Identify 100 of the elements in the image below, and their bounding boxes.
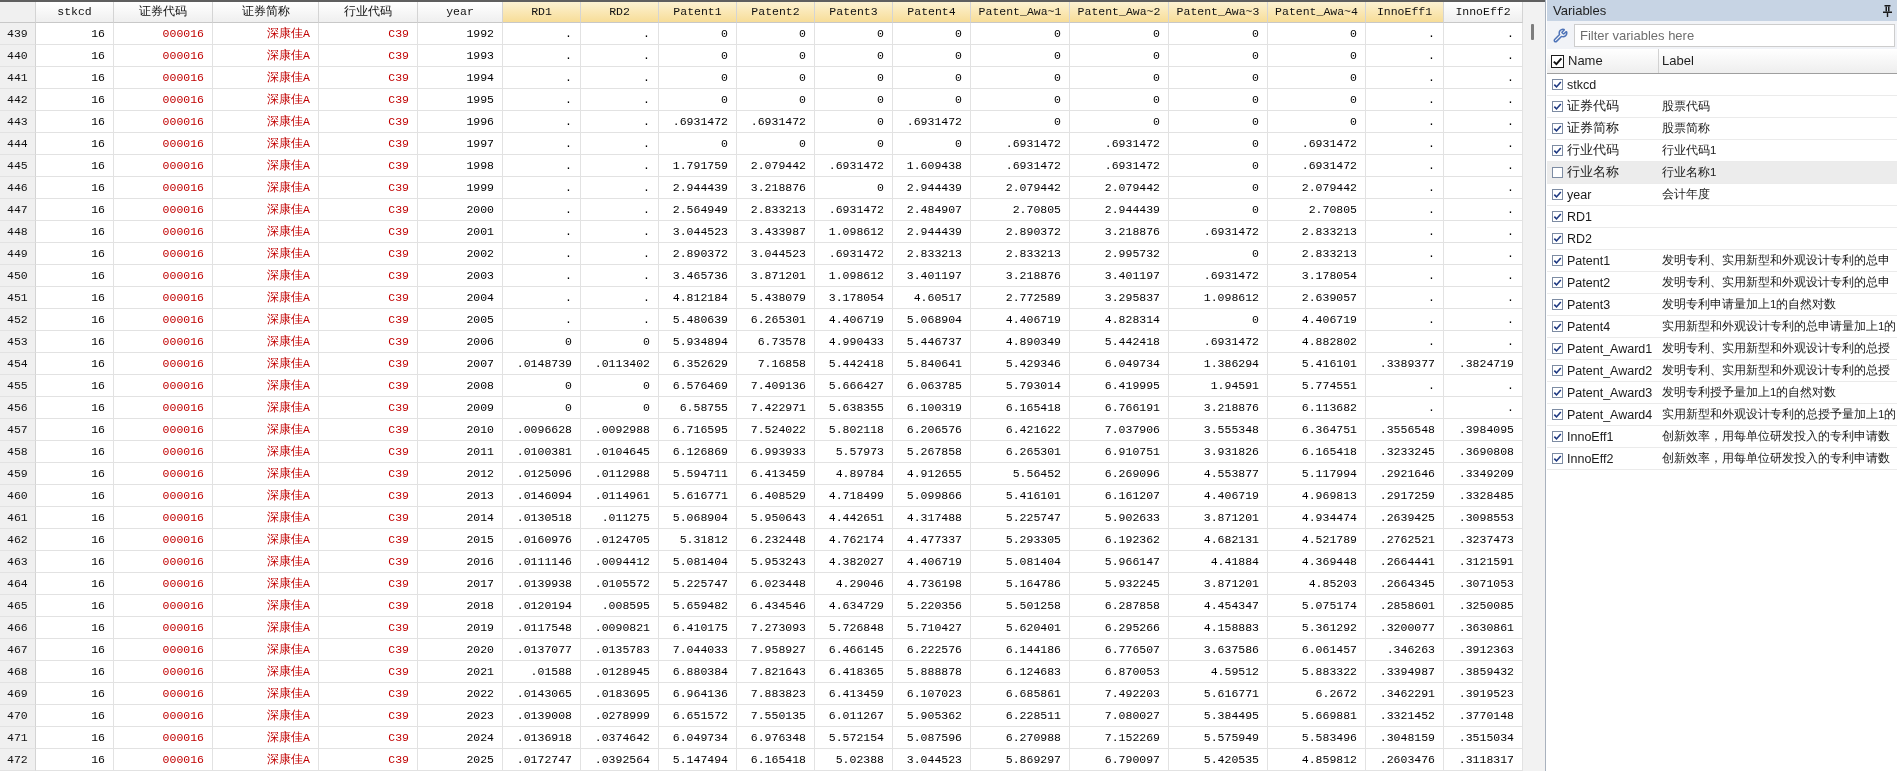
column-header[interactable]: InnoEff2 — [1444, 2, 1523, 23]
checkbox[interactable] — [1552, 453, 1563, 464]
table-cell: 5.02388 — [815, 749, 893, 771]
table-cell: 16 — [36, 727, 114, 749]
table-cell: .0094412 — [581, 551, 659, 573]
checkbox[interactable] — [1552, 431, 1563, 442]
column-header[interactable]: RD1 — [503, 2, 581, 23]
variable-row[interactable]: Patent_Award1 发明专利、实用新型和外观设计专利的总授 — [1547, 338, 1897, 360]
column-header[interactable]: RD2 — [581, 2, 659, 23]
table-cell: C39 — [319, 485, 418, 507]
table-cell: 3.044523 — [659, 221, 737, 243]
variable-row[interactable]: 行业名称 行业名称1 — [1547, 162, 1897, 184]
checkbox[interactable] — [1552, 387, 1563, 398]
checkbox[interactable] — [1552, 189, 1563, 200]
checkbox[interactable] — [1552, 167, 1563, 178]
checkbox[interactable] — [1552, 233, 1563, 244]
table-cell: 2024 — [418, 727, 503, 749]
select-all-checkbox[interactable] — [1551, 54, 1564, 68]
table-cell: .0096628 — [503, 419, 581, 441]
table-cell: .6931472 — [1070, 155, 1169, 177]
column-header[interactable]: Label — [1659, 49, 1897, 73]
table-cell: 6.049734 — [1070, 353, 1169, 375]
table-cell: 16 — [36, 265, 114, 287]
variable-row[interactable]: year 会计年度 — [1547, 184, 1897, 206]
checkbox[interactable] — [1552, 277, 1563, 288]
table-cell: 5.081404 — [659, 551, 737, 573]
checkbox[interactable] — [1552, 321, 1563, 332]
checkbox[interactable] — [1552, 79, 1563, 90]
table-cell: 4.890349 — [971, 331, 1070, 353]
table-cell: .6931472 — [1268, 133, 1366, 155]
table-cell: 2025 — [418, 749, 503, 771]
checkbox[interactable] — [1552, 299, 1563, 310]
column-header[interactable]: Patent3 — [815, 2, 893, 23]
column-header[interactable]: Patent2 — [737, 2, 815, 23]
table-cell: 0 — [1169, 177, 1268, 199]
variable-row[interactable]: 证券简称 股票简称 — [1547, 118, 1897, 140]
wrench-icon[interactable] — [1553, 27, 1568, 43]
table-cell: 深康佳A — [213, 221, 319, 243]
checkbox[interactable] — [1552, 145, 1563, 156]
filter-field[interactable]: Filter variables here — [1574, 23, 1895, 47]
table-cell: .0111146 — [503, 551, 581, 573]
table-cell: 5.802118 — [815, 419, 893, 441]
column-header[interactable]: 行业代码 — [319, 2, 418, 23]
checkbox[interactable] — [1552, 101, 1563, 112]
variable-row[interactable]: Patent_Award4 实用新型和外观设计专利的总授予量加上1的 — [1547, 404, 1897, 426]
table-cell: 2007 — [418, 353, 503, 375]
table-cell: 2022 — [418, 683, 503, 705]
table-cell: 000016 — [114, 507, 213, 529]
table-cell: 000016 — [114, 353, 213, 375]
scrollbar-thumb[interactable] — [1531, 24, 1534, 40]
variable-row[interactable]: Patent4 实用新型和外观设计专利的总申请量加上1的 — [1547, 316, 1897, 338]
column-header[interactable]: Patent1 — [659, 2, 737, 23]
table-cell: 6.192362 — [1070, 529, 1169, 551]
variable-label: 行业代码1 — [1661, 143, 1717, 158]
column-header[interactable]: Patent4 — [893, 2, 971, 23]
row-number: 464 — [0, 573, 36, 595]
table-cell: 6.124683 — [971, 661, 1070, 683]
table-cell: 2.890372 — [971, 221, 1070, 243]
table-cell: 4.406719 — [1169, 485, 1268, 507]
row-number: 454 — [0, 353, 36, 375]
variable-row[interactable]: Patent_Award2 发明专利、实用新型和外观设计专利的总授 — [1547, 360, 1897, 382]
column-header[interactable]: 证券代码 — [114, 2, 213, 23]
checkbox[interactable] — [1552, 211, 1563, 222]
column-header[interactable]: InnoEff1 — [1366, 2, 1444, 23]
header-corner — [0, 2, 36, 23]
table-cell: 000016 — [114, 441, 213, 463]
column-header[interactable]: 证券简称 — [213, 2, 319, 23]
table-cell: 5.583496 — [1268, 727, 1366, 749]
column-header[interactable]: year — [418, 2, 503, 23]
checkbox[interactable] — [1552, 123, 1563, 134]
column-header[interactable]: Patent_Awa~1 — [971, 2, 1070, 23]
table-cell: 3.178054 — [1268, 265, 1366, 287]
variable-row[interactable]: InnoEff1 创新效率，用每单位研发投入的专利申请数 — [1547, 426, 1897, 448]
table-cell: 3.218876 — [1169, 397, 1268, 419]
row-number: 448 — [0, 221, 36, 243]
column-header[interactable]: Patent_Awa~3 — [1169, 2, 1268, 23]
variable-row[interactable]: Patent2 发明专利、实用新型和外观设计专利的总申 — [1547, 272, 1897, 294]
column-header[interactable]: Patent_Awa~4 — [1268, 2, 1366, 23]
table-cell: 16 — [36, 463, 114, 485]
checkbox[interactable] — [1552, 343, 1563, 354]
variable-row[interactable]: Patent1 发明专利、实用新型和外观设计专利的总申 — [1547, 250, 1897, 272]
table-cell: .6931472 — [893, 111, 971, 133]
pin-icon[interactable] — [1883, 4, 1892, 17]
table-cell: .0120194 — [503, 595, 581, 617]
table-cell: 16 — [36, 551, 114, 573]
column-header[interactable]: stkcd — [36, 2, 114, 23]
column-header[interactable]: Patent_Awa~2 — [1070, 2, 1169, 23]
checkbox[interactable] — [1552, 255, 1563, 266]
variable-row[interactable]: 证券代码 股票代码 — [1547, 96, 1897, 118]
table-cell: 6.419995 — [1070, 375, 1169, 397]
table-cell: 0 — [971, 45, 1070, 67]
checkbox[interactable] — [1552, 365, 1563, 376]
variable-row[interactable]: 行业代码 行业代码1 — [1547, 140, 1897, 162]
table-cell: 5.953243 — [737, 551, 815, 573]
table-cell: 1.791759 — [659, 155, 737, 177]
variable-row[interactable]: InnoEff2 创新效率，用每单位研发投入的专利申请数 — [1547, 448, 1897, 470]
column-header[interactable]: Name — [1565, 49, 1659, 73]
table-cell: C39 — [319, 375, 418, 397]
table-cell: 5.774551 — [1268, 375, 1366, 397]
checkbox[interactable] — [1552, 409, 1563, 420]
